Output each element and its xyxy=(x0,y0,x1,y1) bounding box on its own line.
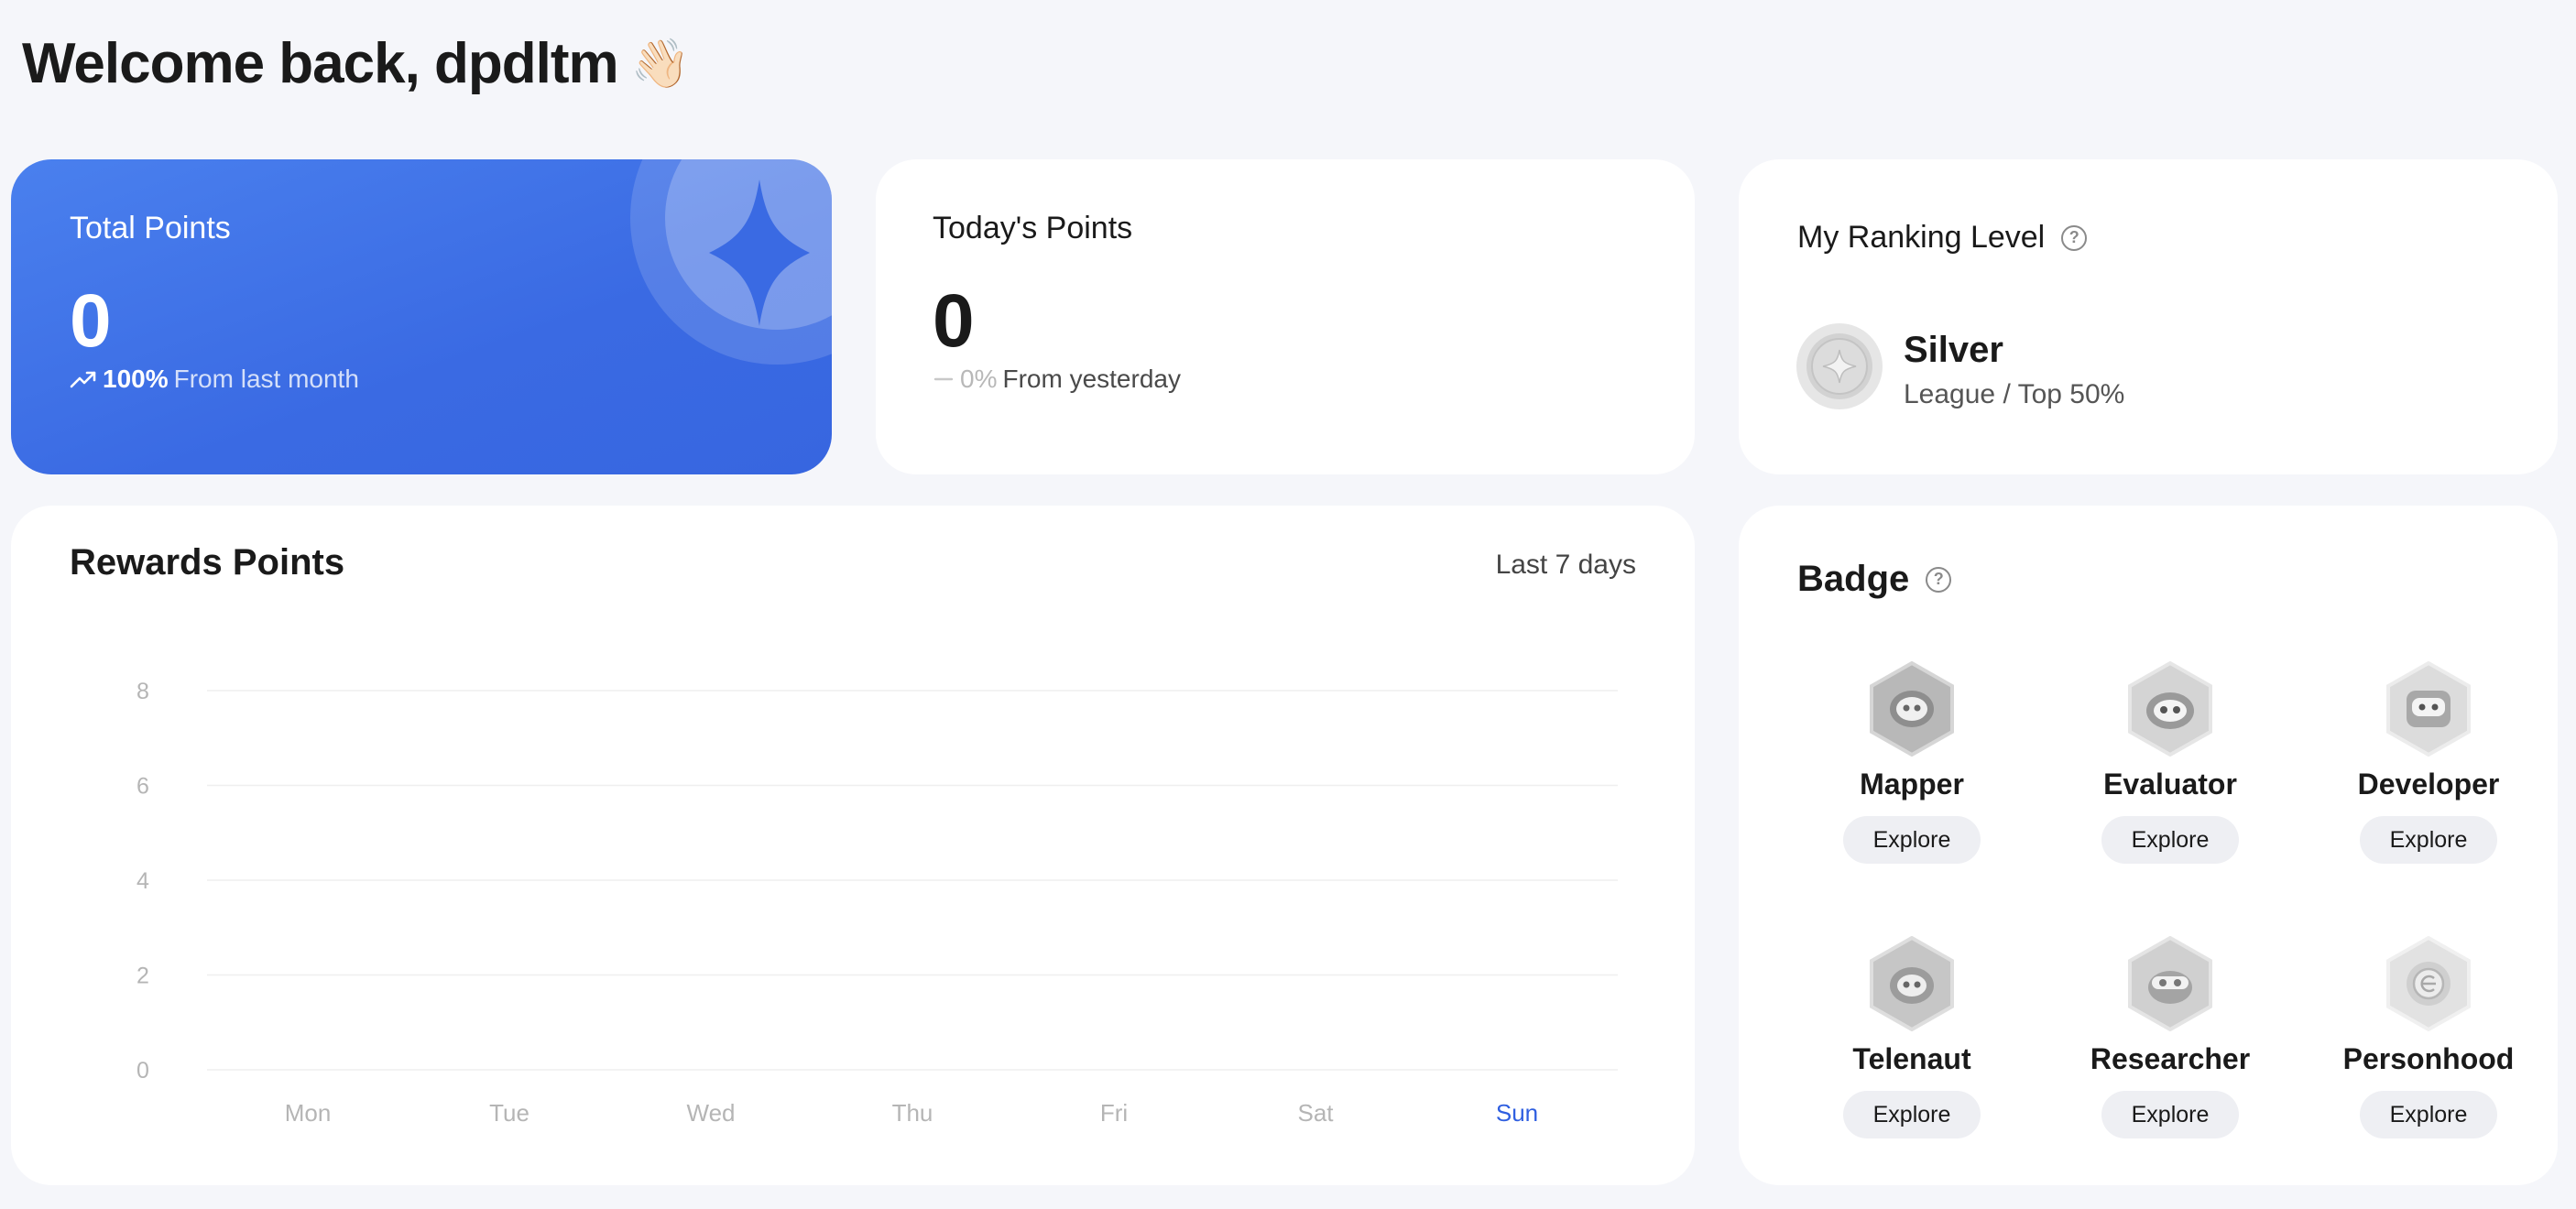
developer-badge-icon xyxy=(2386,661,2471,757)
todays-points-change: 0% From yesterday xyxy=(933,365,1181,394)
badge-name: Personhood xyxy=(2342,1042,2515,1075)
y-tick-label: 0 xyxy=(136,1058,149,1084)
badge-telenaut: Telenaut Explore xyxy=(1783,936,2041,1156)
y-tick-label: 2 xyxy=(136,964,149,989)
welcome-heading: Welcome back, dpdltm 👋🏻 xyxy=(22,31,691,96)
researcher-badge-icon xyxy=(2128,936,2212,1031)
todays-points-change-text: From yesterday xyxy=(1002,365,1181,393)
mapper-badge-icon xyxy=(1870,661,1954,757)
welcome-title: Welcome back, dpdltm xyxy=(22,32,619,95)
x-tick-label: Tue xyxy=(489,1099,529,1127)
badge-name: Evaluator xyxy=(2103,768,2237,801)
x-tick-label: Mon xyxy=(285,1099,332,1127)
badge-header: Badge ? xyxy=(1797,559,1952,600)
todays-points-change-pct: 0% xyxy=(960,365,998,393)
sparkle-star-icon xyxy=(709,180,810,326)
dash-icon xyxy=(933,377,954,381)
personhood-badge-icon xyxy=(2386,936,2471,1031)
x-tick-label: Fri xyxy=(1100,1099,1128,1127)
explore-button[interactable]: Explore xyxy=(1843,816,1981,864)
badge-name: Mapper xyxy=(1860,768,1964,801)
total-points-card: Total Points 0 100% From last month xyxy=(11,159,832,474)
telenaut-badge-icon xyxy=(1870,936,1954,1031)
waving-hand-icon: 👋🏻 xyxy=(630,38,691,91)
badge-title: Badge xyxy=(1797,559,1910,599)
rewards-points-card: Rewards Points Last 7 days 0 2 4 6 8 Mon Tue We… xyxy=(11,506,1695,1185)
badge-researcher: Researcher Explore xyxy=(2041,936,2299,1156)
badge-evaluator: Evaluator Explore xyxy=(2041,661,2299,881)
total-points-change-pct: 100% xyxy=(103,365,169,393)
ranking-level-subtitle: League / Top 50% xyxy=(1904,379,2125,409)
explore-button[interactable]: Explore xyxy=(2360,1091,2497,1138)
dashboard-page: Welcome back, dpdltm 👋🏻 Total Points 0 1… xyxy=(0,0,2576,1209)
total-points-title: Total Points xyxy=(70,211,231,245)
y-tick-label: 6 xyxy=(136,774,149,800)
ranking-level-name: Silver xyxy=(1904,330,2003,370)
silver-medal-icon xyxy=(1796,323,1883,409)
help-icon[interactable]: ? xyxy=(2061,224,2088,251)
badge-mapper: Mapper Explore xyxy=(1783,661,2041,881)
todays-points-value: 0 xyxy=(933,279,975,363)
todays-points-card: Today's Points 0 0% From yesterday xyxy=(876,159,1695,474)
badge-name: Telenaut xyxy=(1852,1042,1971,1075)
help-icon[interactable]: ? xyxy=(1926,566,1952,593)
x-tick-label: Wed xyxy=(687,1099,736,1127)
ranking-level-card: My Ranking Level ? Silver League / Top 5… xyxy=(1739,159,2558,474)
rewards-points-chart: 0 2 4 6 8 Mon Tue Wed Thu Fri Sat Sun xyxy=(136,679,1618,1127)
badge-name: Researcher xyxy=(2090,1042,2251,1075)
y-tick-label: 8 xyxy=(136,679,149,704)
explore-button[interactable]: Explore xyxy=(1843,1091,1981,1138)
badge-name: Developer xyxy=(2357,768,2500,801)
explore-button[interactable]: Explore xyxy=(2101,1091,2239,1138)
ranking-level-title: My Ranking Level xyxy=(1797,220,2046,255)
total-points-value: 0 xyxy=(70,279,112,363)
trend-up-icon xyxy=(70,371,96,388)
total-points-change: 100% From last month xyxy=(70,365,359,394)
y-tick-label: 4 xyxy=(136,868,149,894)
badge-card: Badge ? Mapper Explore Evaluator Explore xyxy=(1739,506,2558,1185)
explore-button[interactable]: Explore xyxy=(2360,816,2497,864)
x-tick-label: Sun xyxy=(1496,1099,1538,1127)
ranking-level-header: My Ranking Level ? xyxy=(1797,220,2088,256)
evaluator-badge-icon xyxy=(2128,661,2212,757)
badge-developer: Developer Explore xyxy=(2299,661,2558,881)
x-tick-label: Thu xyxy=(892,1099,933,1127)
x-tick-label: Sat xyxy=(1297,1099,1334,1127)
explore-button[interactable]: Explore xyxy=(2101,816,2239,864)
badge-personhood: Personhood Explore xyxy=(2299,936,2558,1156)
total-points-change-text: From last month xyxy=(173,365,359,393)
todays-points-title: Today's Points xyxy=(933,211,1133,245)
